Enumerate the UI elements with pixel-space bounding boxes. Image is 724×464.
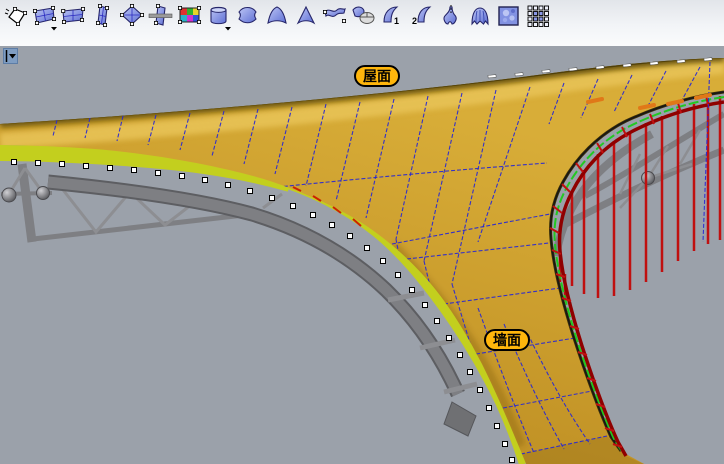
draped-membrane-icon [467,3,493,31]
viewport-3d[interactable]: 屋面 墙面 [0,46,724,464]
arc-membrane-2-icon: 2 [409,3,435,31]
mouse-pick-membrane-icon [351,3,377,31]
toolbar-button-cylinder-membrane[interactable] [205,2,233,32]
rect-membrane-3pt-icon [61,3,87,31]
arc-1-number: 1 [394,16,399,26]
roof-label: 屋面 [354,65,400,87]
toolbar-button-mouse-pick-membrane[interactable] [350,2,378,32]
cone-membrane-icon [293,3,319,31]
toolbar-button-rect-membrane-4pt[interactable] [31,2,59,32]
annotation-dropdown-icon[interactable] [3,48,18,64]
cursor-dropdown-glyph [4,49,17,63]
toolbar-button-render-color-membrane[interactable] [176,2,204,32]
toolbar-button-swept-membrane[interactable] [234,2,262,32]
application-window: 1 2 [0,0,724,464]
toolbar-button-section-plane-membrane[interactable] [147,2,175,32]
section-plane-membrane-icon [148,3,174,31]
toolbar-button-draped-membrane[interactable] [466,2,494,32]
toolbar-button-mesh-grid-membrane[interactable] [524,2,552,32]
mullion-foot [444,402,476,436]
funnel-membrane-icon [438,3,464,31]
mesh-grid-membrane-icon [525,3,551,31]
scene-canvas [0,46,724,464]
arc-2-number: 2 [412,16,417,26]
vertical-plane-membrane-icon [90,3,116,31]
wall-label: 墙面 [484,329,530,351]
shaded-membrane-icon [496,3,522,31]
select-membrane-icon [3,3,29,31]
spatial-quad-membrane-icon [119,3,145,31]
render-color-membrane-icon [177,3,203,31]
toolbar-button-select-membrane[interactable] [2,2,30,32]
toolbar-button-spatial-quad-membrane[interactable] [118,2,146,32]
dome-membrane-icon [264,3,290,31]
toolbar-button-ribbon-membrane[interactable] [321,2,349,32]
swept-membrane-icon [235,3,261,31]
arc-membrane-1-icon: 1 [380,3,406,31]
toolbar-button-shaded-membrane[interactable] [495,2,523,32]
cylinder-membrane-icon [206,3,232,31]
toolbar-button-vertical-plane-membrane[interactable] [89,2,117,32]
toolbar-button-funnel-membrane[interactable] [437,2,465,32]
toolbar-button-arc-membrane-1[interactable]: 1 [379,2,407,32]
toolbar: 1 2 [0,0,724,46]
toolbar-button-arc-membrane-2[interactable]: 2 [408,2,436,32]
rect-membrane-4pt-icon [32,3,58,31]
ribbon-membrane-icon [322,3,348,31]
toolbar-button-rect-membrane-3pt[interactable] [60,2,88,32]
toolbar-button-dome-membrane[interactable] [263,2,291,32]
toolbar-button-cone-membrane[interactable] [292,2,320,32]
